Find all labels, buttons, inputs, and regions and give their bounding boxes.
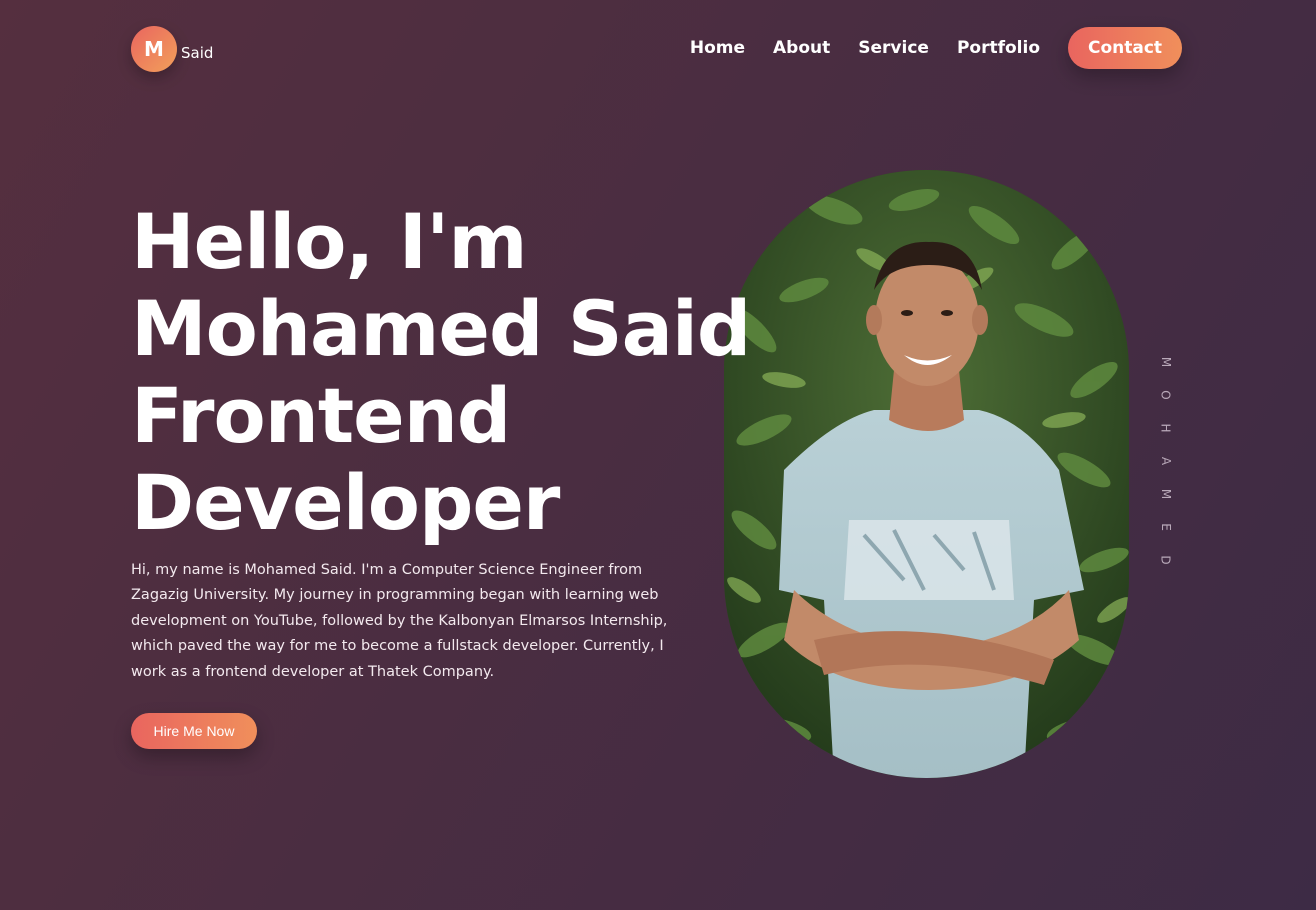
vertical-letter: M: [1158, 488, 1173, 500]
hero-title-line-1: Hello, I'm: [131, 197, 528, 286]
logo-badge: M: [131, 26, 177, 72]
vertical-letter: O: [1158, 390, 1173, 400]
hire-me-button[interactable]: Hire Me Now: [131, 713, 257, 749]
hero-description: Hi, my name is Mohamed Said. I'm a Compu…: [131, 562, 668, 680]
hero-title-line-4: Developer: [131, 458, 560, 547]
vertical-letter: D: [1159, 555, 1173, 565]
nav-service[interactable]: Service: [858, 38, 929, 58]
contact-button[interactable]: Contact: [1068, 27, 1182, 69]
hero-title-line-3: Frontend: [131, 371, 511, 460]
face: [875, 254, 979, 386]
profile-photo: [724, 170, 1129, 778]
vertical-name: M O H A M E D: [1158, 356, 1173, 587]
nav-about[interactable]: About: [773, 38, 830, 58]
vertical-letter: E: [1159, 523, 1173, 531]
logo[interactable]: M Said: [131, 26, 213, 72]
main-nav: Home About Service Portfolio Contact: [690, 27, 1182, 69]
nav-home[interactable]: Home: [690, 38, 745, 58]
hero-title-line-2: Mohamed Said: [131, 284, 751, 373]
hero-title: Hello, I'm Mohamed Said Frontend Develop…: [131, 197, 751, 547]
vertical-letter: H: [1159, 423, 1173, 433]
nav-portfolio[interactable]: Portfolio: [957, 38, 1040, 58]
vertical-letter: M: [1158, 356, 1173, 368]
logo-text: Said: [181, 44, 214, 62]
vertical-letter: A: [1159, 456, 1173, 466]
